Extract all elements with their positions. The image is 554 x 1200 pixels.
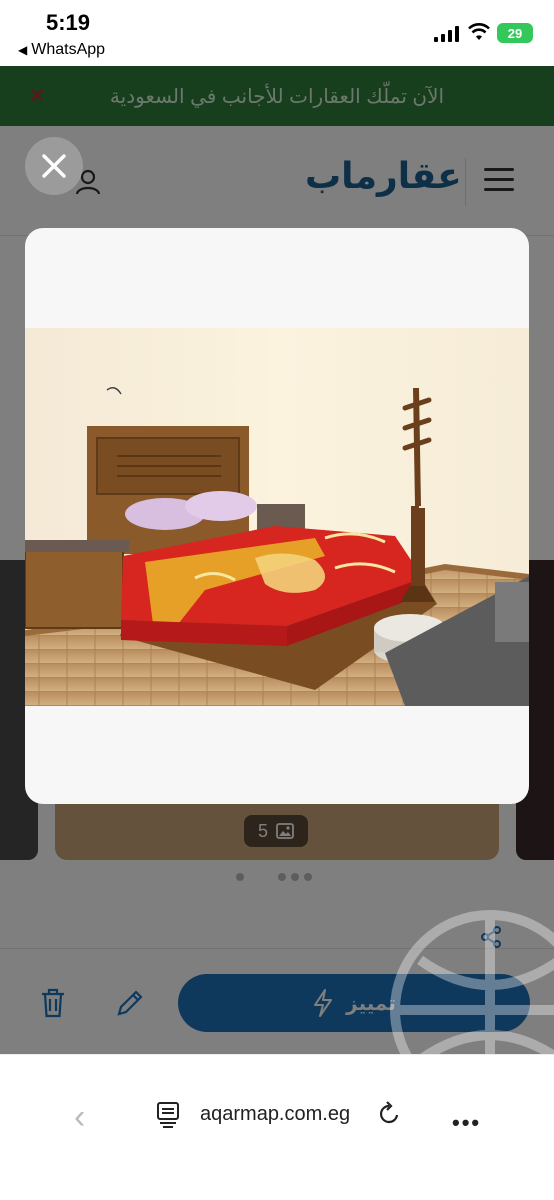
browser-back-button[interactable]: ‹ (74, 1098, 85, 1137)
clock: 5:19 (46, 10, 91, 35)
back-to-app-link[interactable]: ◀ WhatsApp (18, 41, 105, 59)
url-bar[interactable]: aqarmap.com.eg (200, 1103, 350, 1126)
photo-viewer-modal (25, 228, 529, 804)
back-app-label: WhatsApp (31, 41, 106, 58)
close-icon (42, 154, 66, 178)
more-options-icon[interactable]: ••• (452, 1110, 481, 1136)
reload-icon[interactable] (376, 1101, 402, 1127)
battery-indicator: 29 (497, 23, 533, 43)
close-gallery-button[interactable] (25, 137, 83, 195)
watermark-globe-icon (390, 910, 554, 1080)
back-triangle-icon: ◀ (18, 43, 28, 57)
page-menu-icon[interactable] (156, 1101, 180, 1129)
wifi-icon (468, 23, 490, 40)
cellular-signal-icon (434, 26, 459, 42)
listing-photo[interactable] (25, 328, 529, 706)
battery-level: 29 (507, 25, 523, 41)
